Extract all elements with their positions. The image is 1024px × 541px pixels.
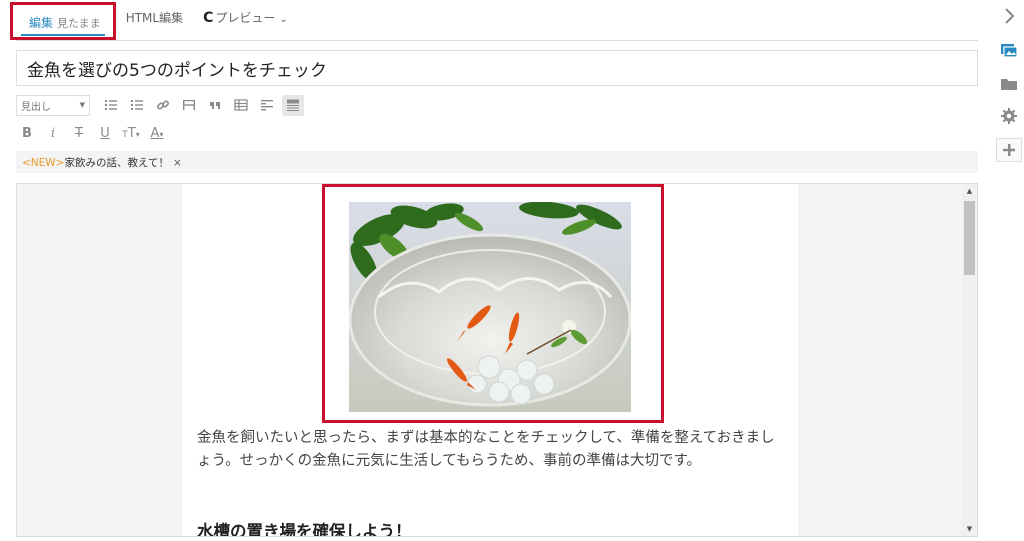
folder-icon bbox=[1001, 79, 1017, 90]
quote-button[interactable] bbox=[204, 95, 226, 116]
tab-wysiwyg-sub: 見たまま bbox=[57, 17, 101, 30]
plus-icon bbox=[1003, 144, 1015, 156]
font-color-icon: A▾ bbox=[150, 125, 164, 141]
bullet-list-button[interactable] bbox=[100, 95, 122, 116]
scroll-thumb[interactable] bbox=[964, 201, 975, 275]
add-button[interactable] bbox=[996, 138, 1022, 162]
tab-html-label: HTML編集 bbox=[125, 11, 184, 25]
italic-button[interactable]: i bbox=[42, 123, 64, 144]
tab-wysiwyg-label: 編集 bbox=[29, 16, 54, 30]
refresh-icon: C bbox=[203, 10, 214, 26]
heading-select[interactable]: 見出し ▼ bbox=[16, 94, 90, 116]
horizontal-rule-icon bbox=[183, 100, 195, 110]
numbered-list-icon bbox=[131, 100, 143, 110]
editor-paper[interactable]: 金魚を飼いたいと思ったら、まずは基本的なことをチェックして、準備を整えておきまし… bbox=[182, 184, 798, 536]
chevron-right-icon bbox=[1005, 8, 1015, 24]
goldfish-photo[interactable] bbox=[349, 202, 631, 412]
editor-area[interactable]: 金魚を飼いたいと思ったら、まずは基本的なことをチェックして、準備を整えておきまし… bbox=[16, 183, 978, 537]
tab-divider bbox=[16, 40, 978, 41]
bold-button[interactable]: B bbox=[16, 123, 38, 144]
folder-button[interactable] bbox=[996, 72, 1022, 96]
block-icon bbox=[287, 99, 299, 111]
editor-app: 編集見たまま HTML編集 Cプレビュー⌄ 見出し ▼ bbox=[0, 0, 1024, 541]
collapse-sidebar-button[interactable] bbox=[996, 4, 1022, 28]
settings-button[interactable] bbox=[996, 104, 1022, 128]
tab-preview[interactable]: C プレビュー ⌄ bbox=[193, 9, 298, 40]
notice-link[interactable]: 家飲みの話、教えて！ bbox=[64, 157, 168, 169]
tab-html[interactable]: HTML編集 bbox=[116, 9, 193, 40]
image-icon bbox=[1001, 44, 1018, 58]
scroll-down-icon[interactable]: ▼ bbox=[962, 522, 977, 536]
image-button[interactable] bbox=[996, 38, 1022, 62]
notice-close-icon[interactable]: × bbox=[173, 157, 182, 169]
align-icon bbox=[261, 100, 273, 111]
scrollbar[interactable]: ▲ ▼ bbox=[962, 184, 977, 536]
mode-tabs: 編集 見たまま HTML編集 C プレビュー ⌄ bbox=[10, 2, 298, 40]
body-paragraph[interactable]: 金魚を飼いたいと思ったら、まずは基本的なことをチェックして、準備を整えておきまし… bbox=[197, 427, 787, 473]
link-button[interactable] bbox=[152, 95, 174, 116]
select-arrow-icon: ▼ bbox=[79, 101, 85, 109]
quote-icon bbox=[210, 102, 220, 109]
title-input[interactable] bbox=[16, 50, 978, 86]
gear-icon bbox=[1001, 108, 1017, 124]
font-color-button[interactable]: A▾ bbox=[146, 123, 168, 144]
horizontal-rule-button[interactable] bbox=[178, 95, 200, 116]
bullet-list-icon bbox=[104, 99, 117, 111]
chevron-down-icon: ⌄ bbox=[279, 14, 288, 25]
block-button[interactable] bbox=[282, 94, 304, 116]
italic-icon: i bbox=[50, 125, 56, 141]
underline-icon: U bbox=[100, 125, 110, 141]
align-button[interactable] bbox=[256, 95, 278, 116]
bold-icon: B bbox=[22, 125, 32, 141]
numbered-list-button[interactable] bbox=[126, 95, 148, 116]
toolbar-row-2: B i T U TT▾ A▾ bbox=[16, 122, 168, 144]
font-size-button[interactable]: TT▾ bbox=[120, 123, 142, 144]
section-heading[interactable]: 水槽の置き場を確保しよう！ bbox=[197, 518, 412, 536]
heading-select-value: 見出し bbox=[21, 101, 51, 113]
new-tag: <NEW> bbox=[22, 157, 65, 169]
strikethrough-button[interactable]: T bbox=[68, 123, 90, 144]
toolbar-row-1: 見出し ▼ bbox=[16, 94, 304, 116]
link-icon bbox=[156, 100, 170, 110]
scroll-up-icon[interactable]: ▲ bbox=[962, 184, 977, 198]
tab-wysiwyg[interactable]: 編集 見たまま bbox=[10, 2, 116, 40]
strikethrough-icon: T bbox=[75, 125, 83, 141]
notice-bar: <NEW>家飲みの話、教えて！ × bbox=[16, 151, 978, 173]
image-highlight-frame bbox=[322, 184, 664, 423]
table-button[interactable] bbox=[230, 95, 252, 116]
underline-button[interactable]: U bbox=[94, 123, 116, 144]
tab-preview-label: プレビュー bbox=[215, 11, 276, 25]
font-size-icon: TT▾ bbox=[122, 125, 140, 141]
table-icon bbox=[234, 99, 248, 111]
